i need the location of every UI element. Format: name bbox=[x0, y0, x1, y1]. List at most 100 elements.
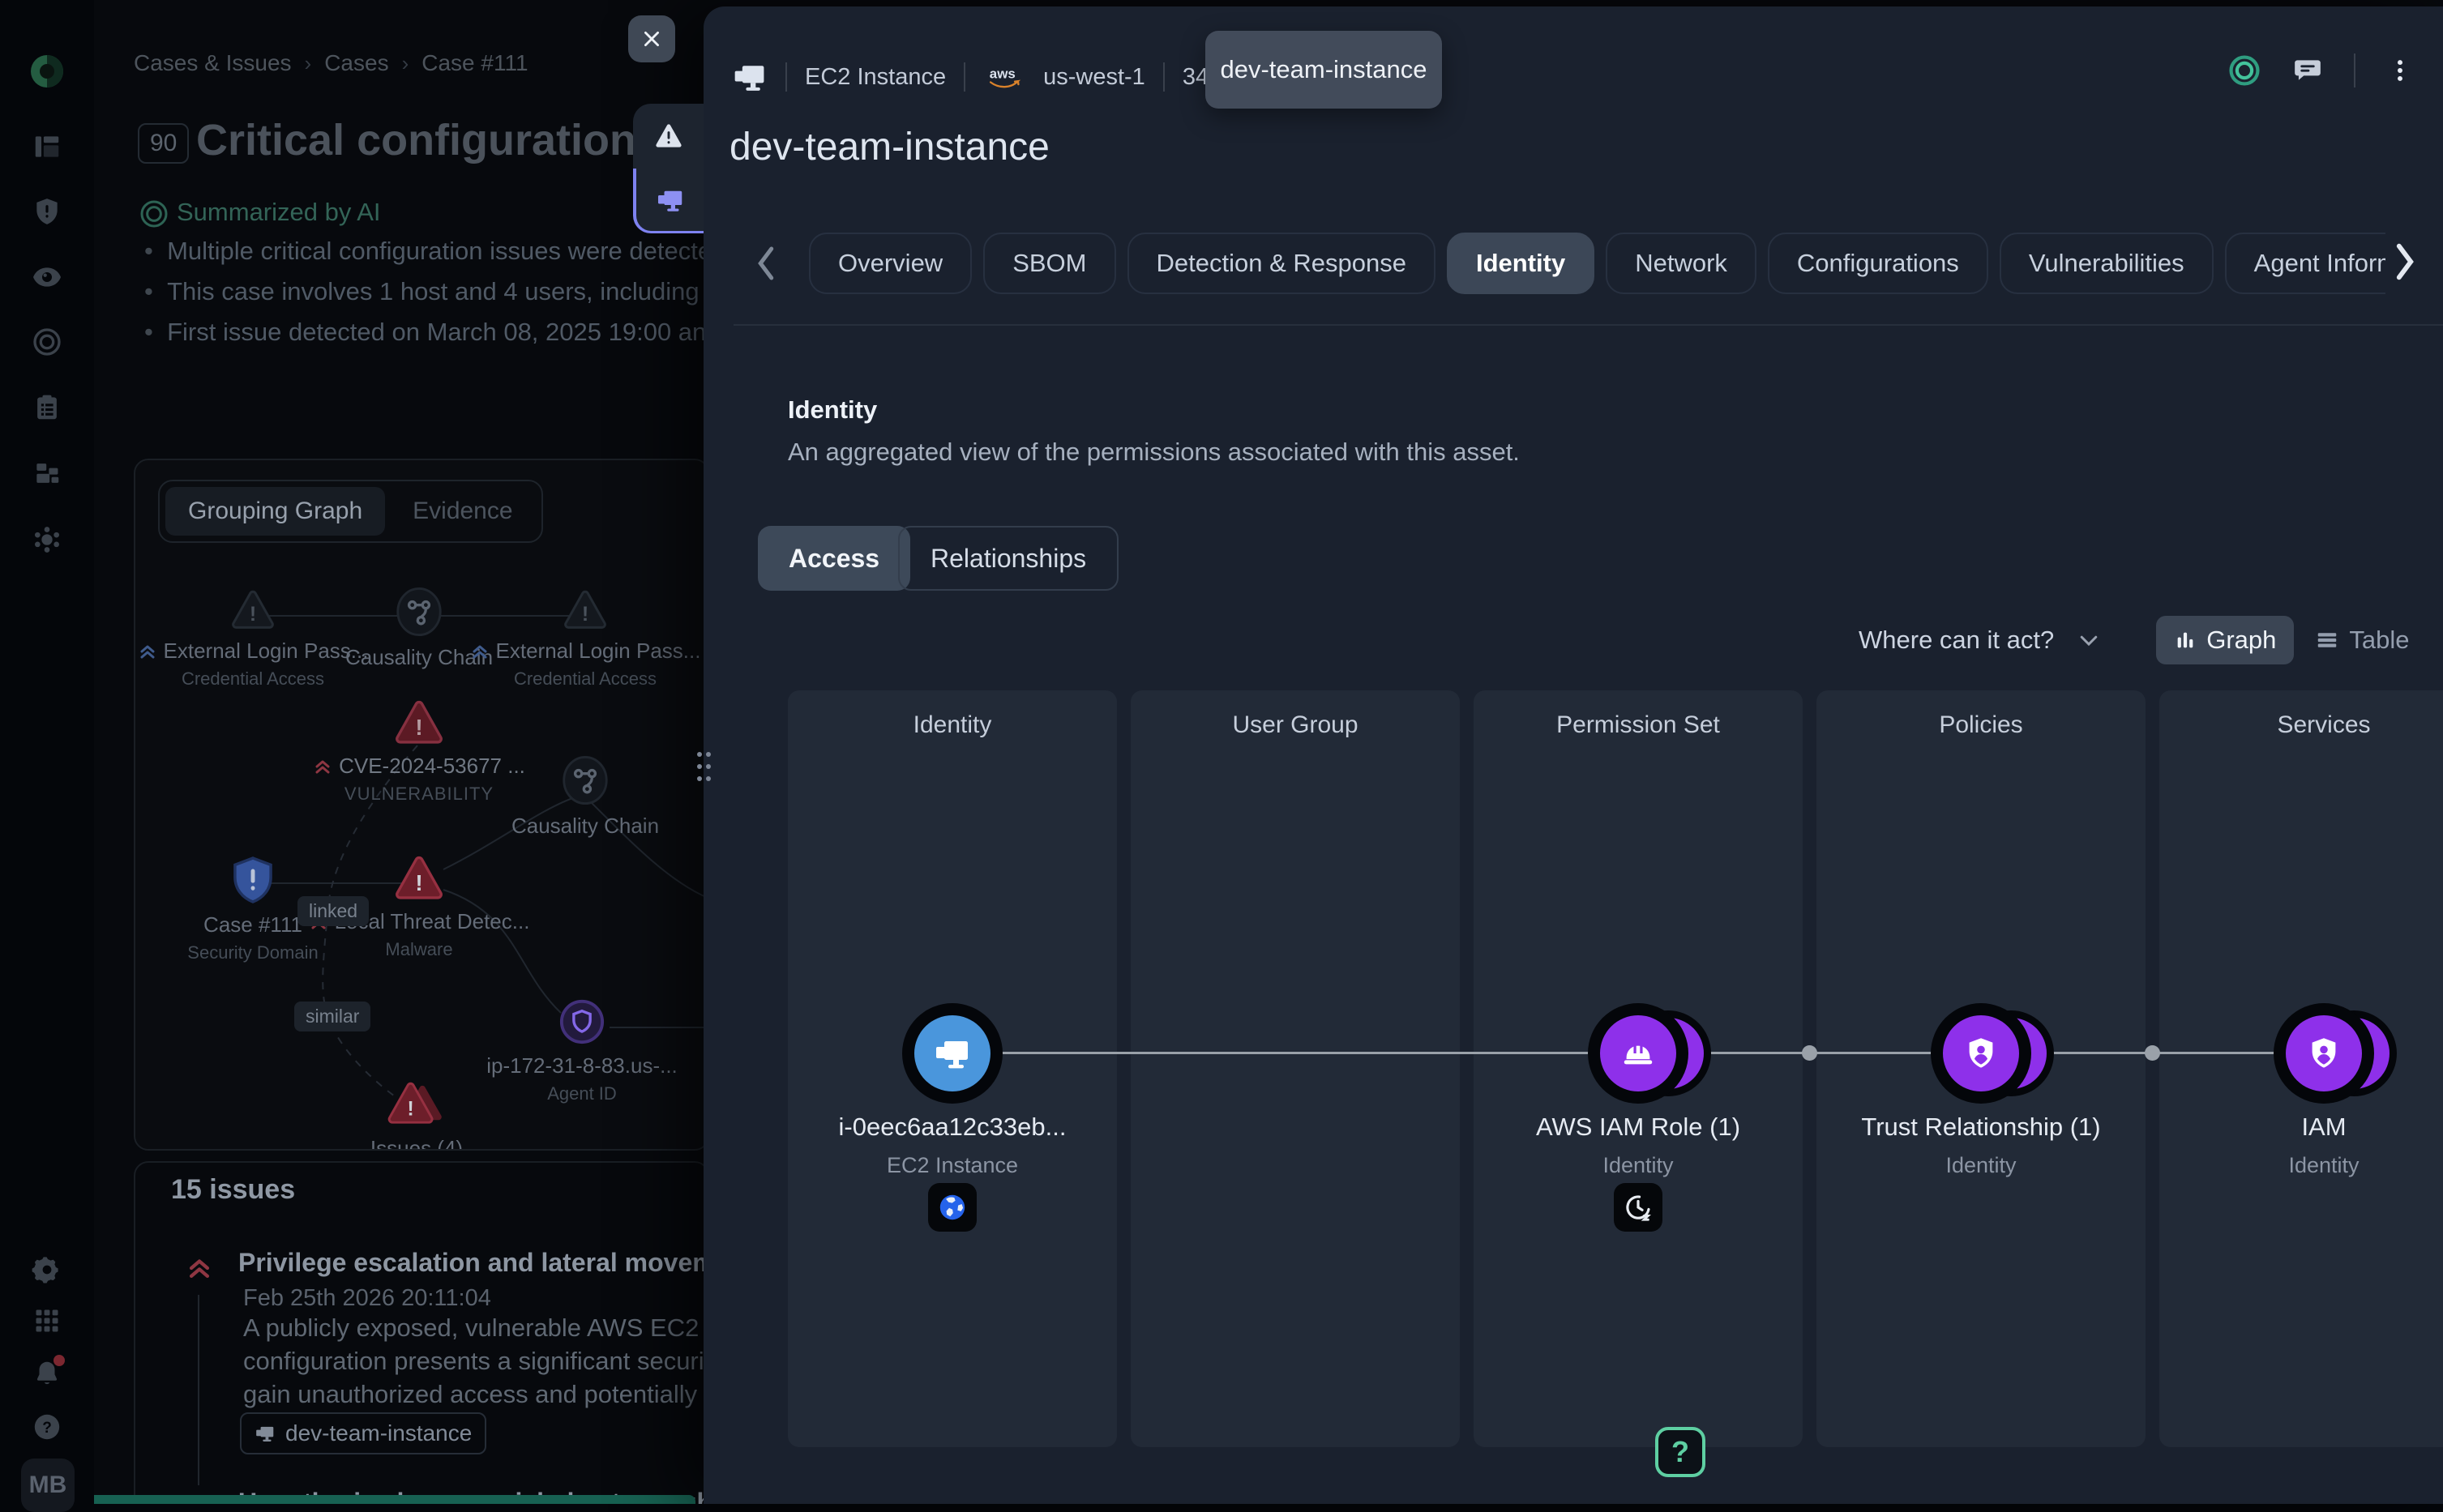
drawer-resize-handle[interactable] bbox=[697, 752, 711, 789]
view-tab-access[interactable]: Access bbox=[758, 526, 910, 591]
asset-name-tooltip: dev-team-instance bbox=[1205, 31, 1442, 109]
user-avatar[interactable]: MB bbox=[21, 1459, 75, 1512]
ai-rings-icon[interactable] bbox=[2227, 53, 2261, 88]
node-ec2-instance[interactable] bbox=[902, 1003, 1003, 1104]
severity-chevrons-icon bbox=[470, 642, 490, 661]
asset-type-label: EC2 Instance bbox=[805, 64, 946, 91]
sidebar-item-issues[interactable] bbox=[0, 196, 94, 227]
svg-text:!: ! bbox=[250, 603, 256, 626]
sidebar-item-dashboard[interactable] bbox=[0, 131, 94, 162]
sidebar-item-detections[interactable] bbox=[0, 326, 94, 358]
tab-vulnerabilities[interactable]: Vulnerabilities bbox=[2000, 233, 2214, 294]
graph-node-causality-chain-2[interactable]: Causality Chain bbox=[464, 755, 707, 839]
sidebar-item-visibility[interactable] bbox=[0, 261, 94, 293]
column-header: Identity bbox=[788, 711, 1117, 739]
node-trust-relationship[interactable] bbox=[1931, 1003, 2031, 1104]
svg-text:!: ! bbox=[582, 603, 588, 626]
breadcrumb-cases-issues[interactable]: Cases & Issues bbox=[134, 50, 292, 76]
column-header: Permission Set bbox=[1474, 711, 1803, 739]
graph-controls: Where can it act? Graph Table bbox=[1859, 616, 2410, 664]
settings-gear-icon[interactable] bbox=[0, 1254, 94, 1285]
breadcrumb-separator-icon: › bbox=[402, 51, 409, 76]
kebab-menu-icon[interactable] bbox=[2386, 57, 2414, 84]
view-tab-relationships[interactable]: Relationships bbox=[898, 526, 1119, 591]
node-sublabel: Identity bbox=[2159, 1153, 2443, 1178]
tabs-scroll-right-icon[interactable] bbox=[2391, 238, 2419, 285]
asset-detail-drawer: EC2 Instance aws us-west-1 343059098 dev… bbox=[704, 6, 2443, 1504]
tab-overview[interactable]: Overview bbox=[809, 233, 972, 294]
node-sublabel: EC2 Instance bbox=[788, 1153, 1117, 1178]
ai-bullet: • Multiple critical configuration issues… bbox=[144, 237, 725, 266]
apps-grid-icon[interactable] bbox=[0, 1306, 94, 1335]
issues-count-heading: 15 issues bbox=[171, 1174, 295, 1206]
tabs-divider bbox=[734, 324, 2443, 326]
header-actions bbox=[2227, 53, 2414, 88]
node-iam-service[interactable] bbox=[2274, 1003, 2374, 1104]
mode-graph-button[interactable]: Graph bbox=[2156, 616, 2294, 664]
globe-icon bbox=[937, 1192, 968, 1223]
help-icon[interactable]: ? bbox=[0, 1412, 94, 1442]
malware-triangle-icon: ! bbox=[297, 856, 541, 901]
chevron-down-icon[interactable] bbox=[2077, 628, 2101, 652]
asset-chip[interactable]: dev-team-instance bbox=[240, 1412, 486, 1454]
warning-triangle-icon bbox=[654, 123, 683, 149]
tab-sbom[interactable]: SBOM bbox=[983, 233, 1115, 294]
column-header: Policies bbox=[1816, 711, 2146, 739]
edge-label-linked: linked bbox=[297, 896, 369, 926]
severity-chevrons-icon bbox=[138, 642, 157, 661]
act-filter-label[interactable]: Where can it act? bbox=[1859, 626, 2054, 655]
sidebar-item-inventory[interactable] bbox=[0, 392, 94, 423]
shield-user-icon bbox=[2305, 1035, 2342, 1072]
graph-node-external-login-2[interactable]: ! External Login Pass... Credential Acce… bbox=[464, 590, 707, 690]
hard-hat-icon bbox=[1619, 1035, 1657, 1072]
edge-label-similar: similar bbox=[294, 1002, 370, 1031]
node-label[interactable]: Trust Relationship (1) bbox=[1816, 1113, 2146, 1142]
asset-side-tab-active[interactable] bbox=[633, 169, 704, 233]
tab-configurations[interactable]: Configurations bbox=[1768, 233, 1988, 294]
temporary-credentials-badge[interactable] bbox=[1614, 1183, 1662, 1232]
breadcrumb-separator-icon: › bbox=[305, 51, 312, 76]
severity-chevrons-icon bbox=[313, 757, 332, 776]
region-label: us-west-1 bbox=[1043, 64, 1145, 91]
notification-dot bbox=[53, 1355, 65, 1366]
tab-identity[interactable]: Identity bbox=[1447, 233, 1594, 294]
ai-summary-label: Summarized by AI bbox=[177, 198, 381, 227]
column-header: Services bbox=[2159, 711, 2443, 739]
node-label[interactable]: IAM bbox=[2159, 1113, 2443, 1142]
comment-icon[interactable] bbox=[2292, 55, 2323, 86]
monitor-icon bbox=[732, 59, 768, 95]
ai-bullet: • First issue detected on March 08, 2025… bbox=[144, 318, 734, 347]
node-aws-iam-role[interactable] bbox=[1588, 1003, 1688, 1104]
sidebar-item-threat-network[interactable] bbox=[0, 523, 94, 556]
node-label[interactable]: i-0eec6aa12c33eb... bbox=[788, 1113, 1117, 1142]
severity-chevrons-icon bbox=[186, 1254, 213, 1282]
tab-detection-response[interactable]: Detection & Response bbox=[1127, 233, 1435, 294]
warning-triangle-icon: ! bbox=[464, 590, 707, 630]
svg-text:!: ! bbox=[415, 715, 422, 740]
issue-description: A publicly exposed, vulnerable AWS EC2 i… bbox=[243, 1311, 745, 1411]
close-icon bbox=[641, 28, 662, 49]
ai-rings-icon bbox=[138, 198, 170, 230]
alerts-side-tab[interactable] bbox=[633, 104, 704, 169]
sidebar-item-org[interactable] bbox=[0, 458, 94, 489]
notifications-bell-icon[interactable] bbox=[0, 1358, 94, 1389]
table-rows-icon bbox=[2315, 628, 2339, 652]
vulnerability-triangle-icon: ! bbox=[297, 700, 541, 745]
breadcrumb-cases[interactable]: Cases bbox=[324, 50, 388, 76]
node-label[interactable]: AWS IAM Role (1) bbox=[1474, 1113, 1803, 1142]
tab-network[interactable]: Network bbox=[1606, 233, 1756, 294]
help-button[interactable]: ? bbox=[1655, 1427, 1705, 1477]
mode-table-button[interactable]: Table bbox=[2315, 626, 2409, 655]
column-header: User Group bbox=[1131, 711, 1460, 739]
tab-agent-information[interactable]: Agent Informa bbox=[2225, 233, 2385, 294]
close-drawer-button[interactable] bbox=[628, 15, 675, 62]
svg-text:!: ! bbox=[415, 870, 422, 895]
internet-exposure-badge[interactable] bbox=[928, 1183, 977, 1232]
grouping-graph-card: Grouping Graph Evidence ! External Login… bbox=[134, 459, 709, 1151]
brand-logo-icon[interactable] bbox=[0, 52, 94, 91]
graph-node-issues-group[interactable]: ! Issues (4) bbox=[295, 1079, 538, 1151]
asset-title: dev-team-instance bbox=[729, 125, 1050, 169]
tabs-scroll-left-icon[interactable] bbox=[754, 241, 778, 285]
monitor-icon bbox=[656, 186, 685, 215]
mode-toggle: Graph Table bbox=[2156, 616, 2409, 664]
